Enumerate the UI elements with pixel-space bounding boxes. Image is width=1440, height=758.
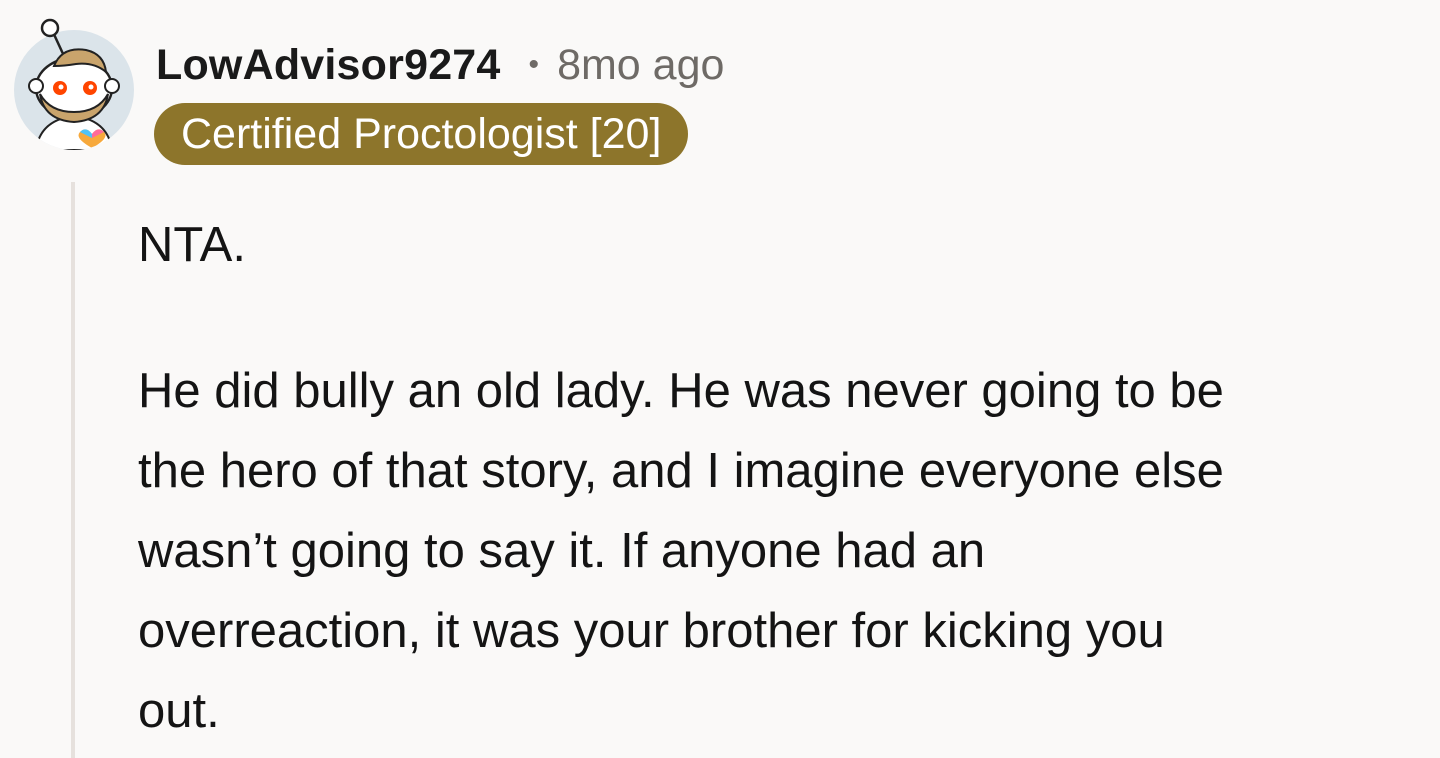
comment-line: He did bully an old lady. He was never g… [138, 364, 1224, 418]
user-avatar[interactable] [14, 16, 136, 150]
snoo-avatar-icon [14, 18, 134, 150]
comment-line: the hero of that story, and I imagine ev… [138, 444, 1224, 498]
author-username[interactable]: LowAdvisor9274 [156, 41, 501, 90]
thread-line[interactable] [71, 182, 75, 758]
user-flair: Certified Proctologist [20] [154, 103, 689, 165]
comment-line: out. [138, 684, 220, 738]
comment-line: overreaction, it was your brother for ki… [138, 604, 1165, 658]
comment-header: LowAdvisor9274 • 8mo ago [156, 40, 724, 90]
comment-paragraph: NTA. [138, 218, 246, 272]
comment-timestamp[interactable]: 8mo ago [557, 41, 724, 90]
separator-dot: • [528, 48, 540, 81]
comment-body: NTA. He did bully an old lady. He was ne… [138, 205, 1438, 751]
comment-line: wasn’t going to say it. If anyone had an [138, 524, 986, 578]
